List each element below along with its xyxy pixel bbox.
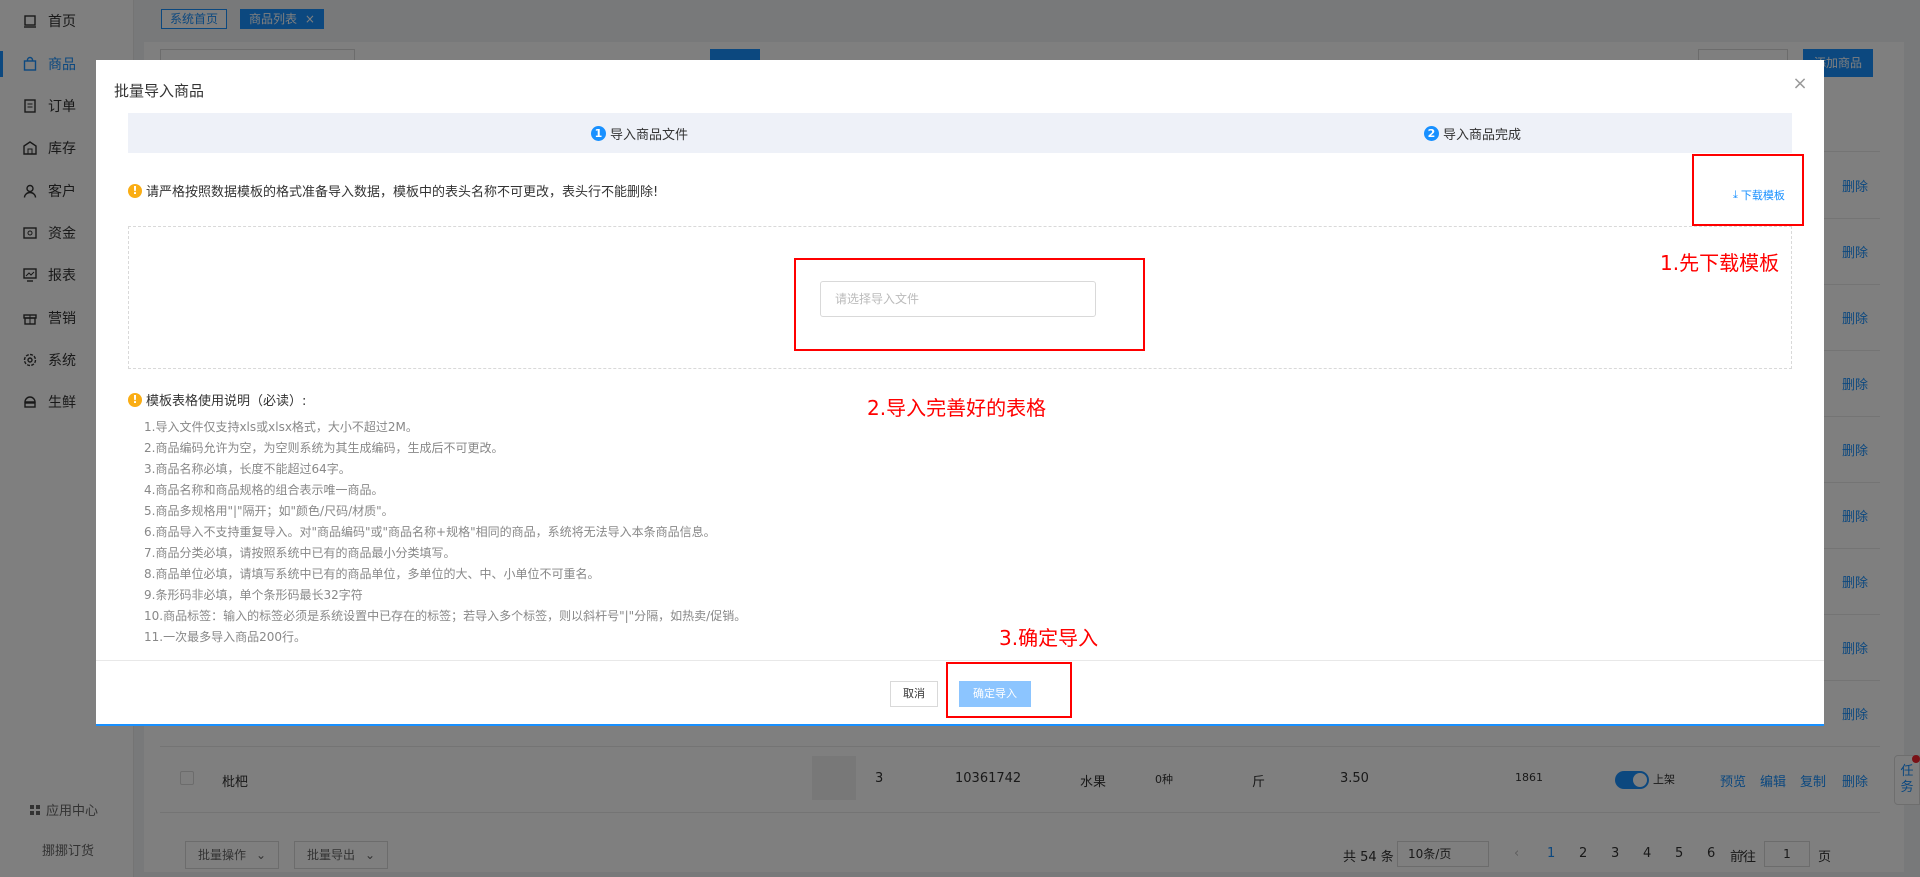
- note-item: 4.商品名称和商品规格的组合表示唯一商品。: [144, 483, 384, 497]
- warning-icon: !: [128, 183, 142, 198]
- step-number: 2: [1424, 126, 1439, 141]
- close-icon[interactable]: ×: [1790, 74, 1810, 94]
- notes-title-text: 模板表格使用说明（必读）:: [146, 394, 307, 409]
- warning-icon: !: [128, 392, 142, 407]
- step-number: 1: [591, 126, 606, 141]
- annotation-box-upload: [794, 258, 1145, 351]
- note-item: 2.商品编码允许为空，为空则系统为其生成编码，生成后不可更改。: [144, 441, 504, 455]
- dialog-title: 批量导入商品: [114, 82, 205, 100]
- annotation-step2: 2.导入完善好的表格: [867, 396, 1047, 420]
- annotation-box-download: [1692, 154, 1804, 226]
- step-label: 导入商品文件: [610, 128, 689, 143]
- step-import-done: 2 导入商品完成: [1424, 124, 1521, 143]
- step-upload-file: 1 导入商品文件: [591, 124, 688, 143]
- template-notes-title: ! 模板表格使用说明（必读）:: [128, 390, 306, 409]
- note-item: 8.商品单位必填，请填写系统中已有的商品单位，多单位的大、中、小单位不可重名。: [144, 567, 600, 581]
- format-warning: ! 请严格按照数据模板的格式准备导入数据，模板中的表头名称不可更改，表头行不能删…: [128, 181, 658, 200]
- cancel-button[interactable]: 取消: [890, 681, 938, 707]
- note-item: 6.商品导入不支持重复导入。对"商品编码"或"商品名称+规格"相同的商品，系统将…: [144, 525, 716, 539]
- note-item: 9.条形码非必填，单个条形码最长32字符: [144, 588, 363, 602]
- note-item: 10.商品标签：输入的标签必须是系统设置中已存在的标签；若导入多个标签，则以斜杆…: [144, 609, 747, 623]
- annotation-step3: 3.确定导入: [999, 626, 1099, 650]
- note-item: 5.商品多规格用"|"隔开；如"颜色/尺码/材质"。: [144, 504, 394, 518]
- note-item: 3.商品名称必填，长度不能超过64字。: [144, 462, 351, 476]
- import-steps: 1 导入商品文件 2 导入商品完成: [128, 113, 1792, 153]
- note-item: 1.导入文件仅支持xls或xlsx格式，大小不超过2M。: [144, 420, 418, 434]
- annotation-step1: 1.先下载模板: [1660, 251, 1780, 275]
- footer-divider: [96, 660, 1824, 661]
- note-item: 11.一次最多导入商品200行。: [144, 630, 306, 644]
- template-notes: 1.导入文件仅支持xls或xlsx格式，大小不超过2M。 2.商品编码允许为空，…: [144, 417, 746, 648]
- note-item: 7.商品分类必填，请按照系统中已有的商品最小分类填写。: [144, 546, 456, 560]
- annotation-box-confirm: [946, 662, 1072, 718]
- warning-text: 请严格按照数据模板的格式准备导入数据，模板中的表头名称不可更改，表头行不能删除!: [146, 185, 659, 200]
- step-label: 导入商品完成: [1443, 128, 1522, 143]
